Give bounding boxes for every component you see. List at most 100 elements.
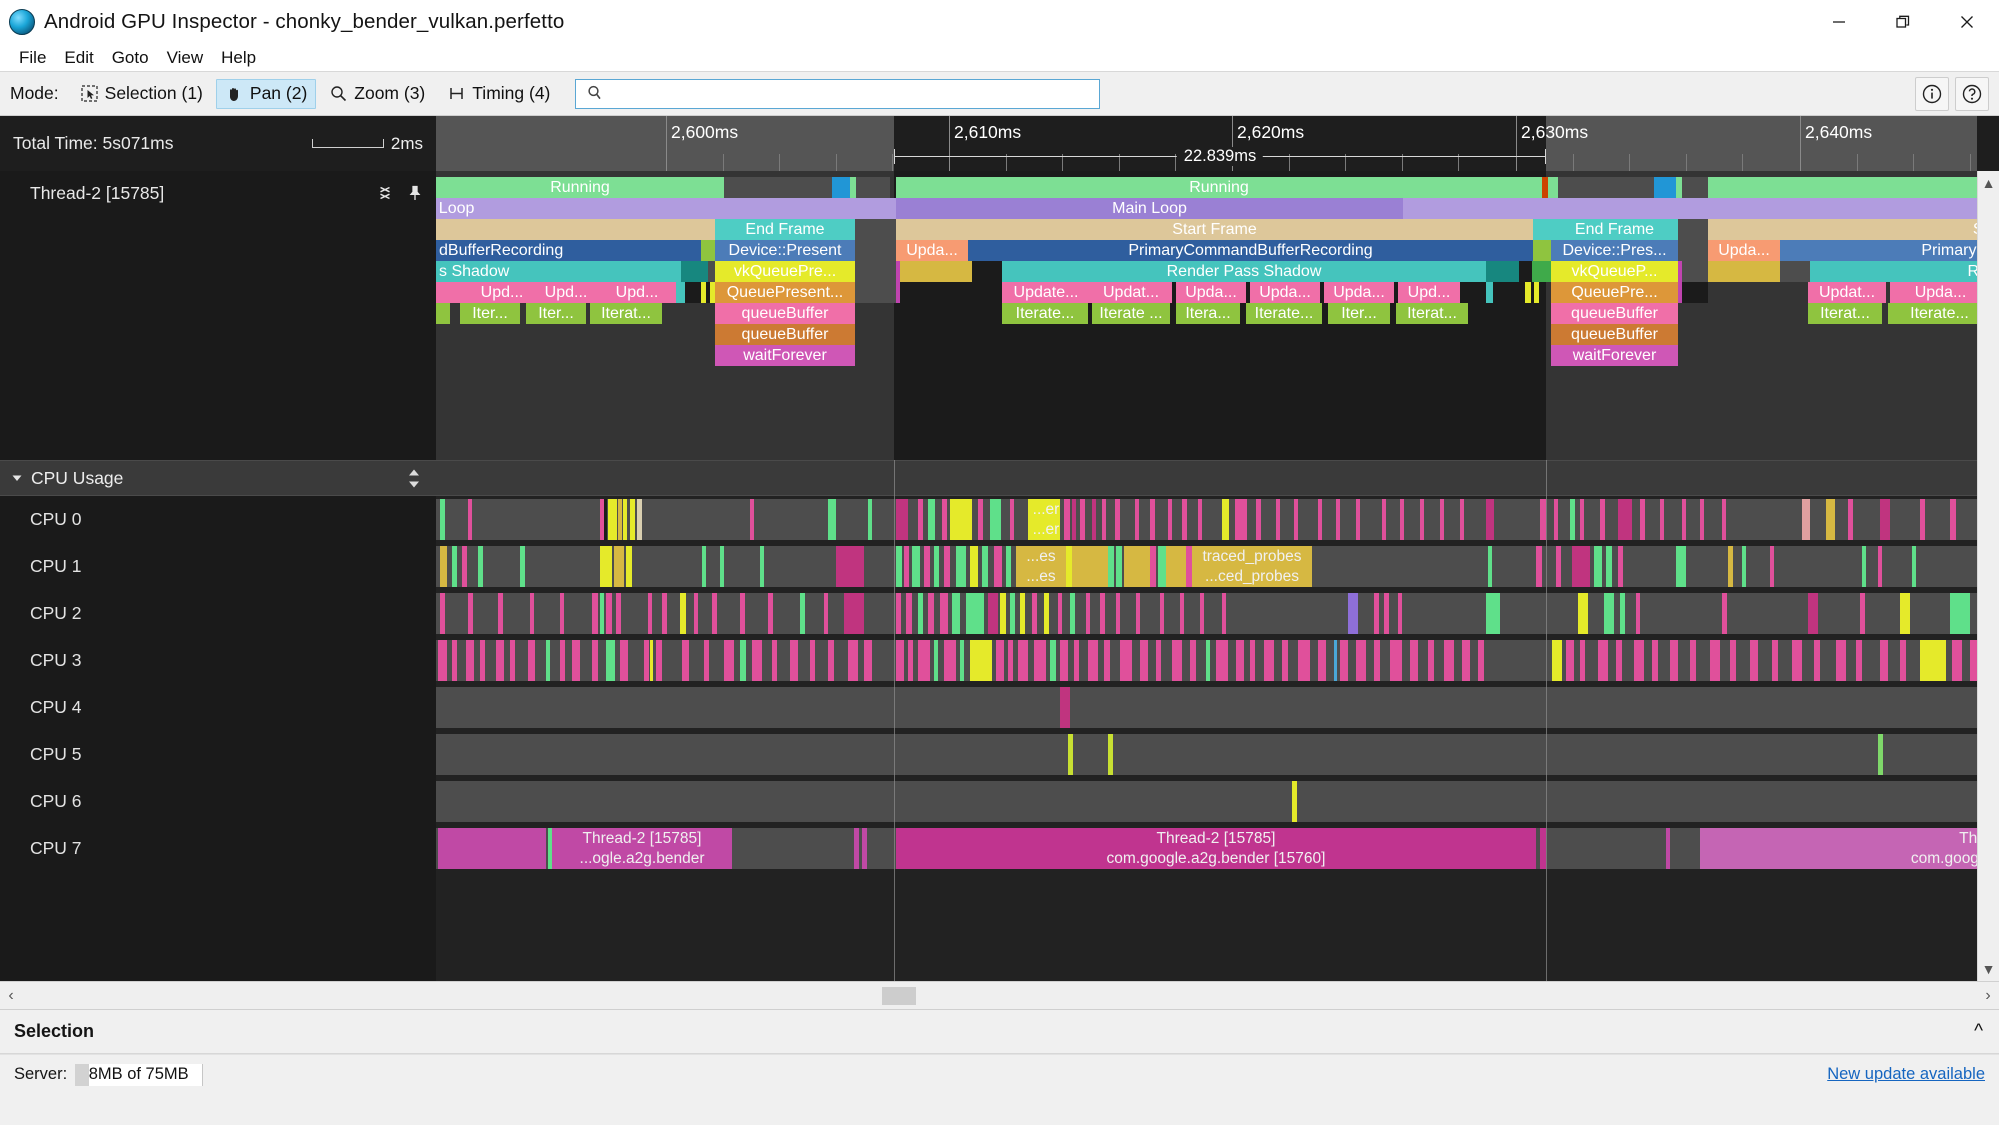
cpu-slice[interactable]: [752, 640, 762, 681]
cpu-slice[interactable]: [1554, 499, 1558, 540]
timeline-slice-unlabeled[interactable]: [972, 261, 1002, 282]
timeline-slice[interactable]: Iterate ...: [1092, 303, 1170, 324]
minimize-icon[interactable]: [1807, 0, 1871, 44]
chevron-left-icon[interactable]: ‹: [0, 987, 22, 1005]
cpu-slice[interactable]: [616, 593, 621, 634]
cpu-lane-7[interactable]: Thread-2 [15785] ...ogle.a2g.bender Thread…: [436, 828, 1999, 869]
timeline-slice[interactable]: Updat...: [1808, 282, 1886, 303]
cpu-slice[interactable]: [1860, 593, 1865, 634]
timeline-slice[interactable]: Render Pass Shadow: [1002, 261, 1486, 282]
cpu-slice[interactable]: [1848, 499, 1853, 540]
cpu-slice[interactable]: [928, 499, 935, 540]
cpu-slice[interactable]: [1618, 499, 1632, 540]
cpu-slice[interactable]: [1666, 828, 1670, 869]
cpu-slice[interactable]: [1742, 546, 1746, 587]
cpu-slice[interactable]: [1060, 687, 1070, 728]
timeline-slice-unlabeled[interactable]: [1678, 219, 1708, 240]
timeline-slice-unlabeled[interactable]: [832, 177, 850, 198]
timeline-slice-unlabeled[interactable]: [1460, 282, 1486, 303]
cpu-slice[interactable]: [1356, 640, 1366, 681]
cpu-slice[interactable]: [1264, 640, 1274, 681]
timeline-slice-unlabeled[interactable]: [681, 261, 708, 282]
cpu-slice[interactable]: [630, 499, 635, 540]
timeline-slice[interactable]: Upda...: [1176, 282, 1246, 303]
cpu-slice[interactable]: [1440, 499, 1444, 540]
cpu-slice[interactable]: [896, 546, 902, 587]
timeline-slice[interactable]: Start Frame: [896, 219, 1533, 240]
cpu-slice[interactable]: [1064, 499, 1070, 540]
cpu-slice[interactable]: [970, 546, 978, 587]
timeline-slice[interactable]: waitForever: [1551, 345, 1678, 366]
cpu-slice[interactable]: [768, 593, 773, 634]
cpu-slice[interactable]: [560, 640, 565, 681]
timeline-slice-unlabeled[interactable]: [1534, 282, 1539, 303]
timeline-slice-unlabeled[interactable]: [1654, 177, 1676, 198]
cpu-slice[interactable]: [1108, 546, 1114, 587]
timeline-slice-unlabeled[interactable]: [1682, 261, 1708, 282]
cpu-slice[interactable]: [1150, 546, 1156, 587]
timeline-slice[interactable]: Iterat...: [1808, 303, 1882, 324]
timeline-slice[interactable]: s Shadow: [436, 261, 681, 282]
cpu-slice[interactable]: [982, 546, 988, 587]
cpu-slice[interactable]: [1282, 640, 1288, 681]
timeline-slice[interactable]: queueBuffer: [715, 303, 855, 324]
cpu-slice[interactable]: [1120, 640, 1132, 681]
timeline-slice-unlabeled[interactable]: [1533, 240, 1551, 261]
mode-timing-button[interactable]: Timing (4): [438, 79, 559, 109]
timeline-slice[interactable]: Running: [436, 177, 724, 198]
cpu-slice[interactable]: [1730, 640, 1736, 681]
cpu-slice[interactable]: [520, 546, 525, 587]
cpu-slice[interactable]: [1398, 593, 1402, 634]
cpu-slice[interactable]: [760, 546, 764, 587]
cpu-slice[interactable]: [1636, 593, 1640, 634]
cpu-slice[interactable]: [862, 828, 867, 869]
cpu-slice[interactable]: [620, 640, 628, 681]
cpu-slice[interactable]: [1348, 593, 1358, 634]
cpu-slice[interactable]: [912, 546, 920, 587]
timeline-slice[interactable]: QueuePre...: [1551, 282, 1678, 303]
cpu-slice[interactable]: [1690, 640, 1696, 681]
timeline-slice[interactable]: PrimaryCommandBufferRecording: [968, 240, 1533, 261]
timeline-slice[interactable]: waitForever: [715, 345, 855, 366]
cpu-slice[interactable]: [440, 546, 447, 587]
timeline-slice[interactable]: Iter...: [460, 303, 520, 324]
cpu-slice[interactable]: [644, 640, 649, 681]
updown-spinner-icon[interactable]: [406, 467, 422, 489]
cpu-slice[interactable]: [496, 640, 504, 681]
cpu-slice[interactable]: [1410, 640, 1418, 681]
timeline-slice[interactable]: Upda...: [1890, 282, 1991, 303]
cpu-usage-group-header[interactable]: CPU Usage: [0, 460, 436, 496]
cpu-slice[interactable]: [1206, 640, 1210, 681]
timeline-slice-unlabeled[interactable]: [436, 303, 450, 324]
cpu-slice[interactable]: [606, 640, 615, 681]
cpu-slice[interactable]: [1334, 640, 1337, 681]
cpu-slice[interactable]: [528, 640, 535, 681]
timeline-slice-unlabeled[interactable]: [1678, 240, 1708, 261]
timeline-slice[interactable]: Device::Pres...: [1551, 240, 1678, 261]
cpu-slice[interactable]: [1172, 640, 1182, 681]
cpu-slice[interactable]: [1802, 499, 1810, 540]
cpu-slice[interactable]: [648, 593, 652, 634]
selection-panel-header[interactable]: Selection ^: [0, 1009, 1999, 1054]
timeline-slice-unlabeled[interactable]: [1407, 198, 1991, 219]
timeline-slice-unlabeled[interactable]: [701, 240, 715, 261]
horizontal-scrollbar[interactable]: ‹ ›: [0, 981, 1999, 1009]
timeline-slice[interactable]: Iterate...: [1888, 303, 1991, 324]
cpu-slice[interactable]: [1640, 499, 1645, 540]
cpu-slice[interactable]: [844, 593, 864, 634]
cpu-slice[interactable]: [682, 640, 689, 681]
pin-icon[interactable]: [406, 184, 424, 202]
timeline-slice-unlabeled[interactable]: [855, 219, 896, 240]
timeline-slice[interactable]: PrimaryC: [1780, 240, 1991, 261]
cpu-slice[interactable]: [1420, 499, 1424, 540]
cpu-slice[interactable]: [1068, 734, 1073, 775]
cpu-slice[interactable]: [1256, 499, 1261, 540]
cpu-slice[interactable]: [1618, 546, 1623, 587]
cpu-slice[interactable]: [810, 640, 815, 681]
cpu-slice[interactable]: [1158, 546, 1166, 587]
cpu-slice[interactable]: [828, 640, 834, 681]
cpu-slice[interactable]: [952, 593, 960, 634]
cpu-slice[interactable]: [1772, 640, 1778, 681]
timeline-slice[interactable]: vkQueuePre...: [715, 261, 855, 282]
timeline-slice-unlabeled[interactable]: [1519, 261, 1532, 282]
